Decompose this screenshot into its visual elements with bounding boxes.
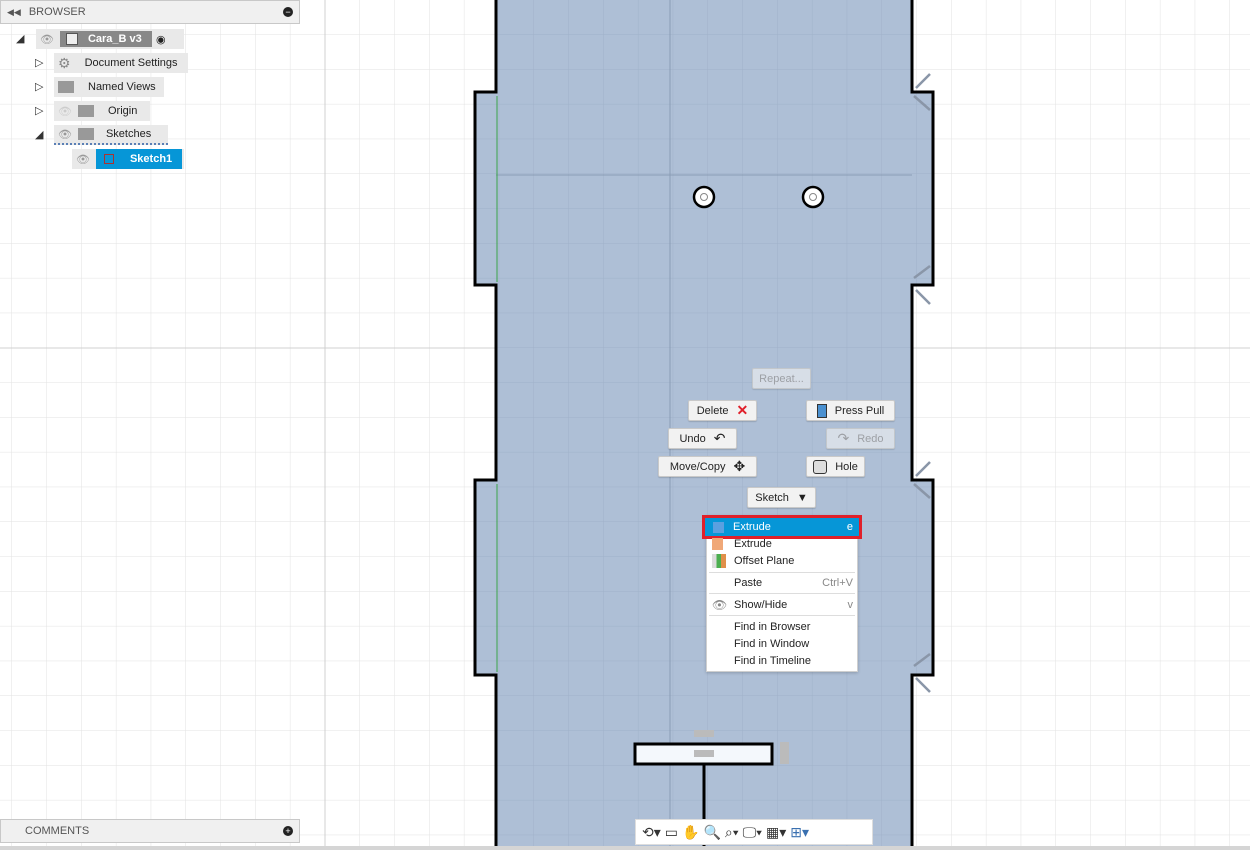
- move-copy-label: Move/Copy: [669, 460, 726, 473]
- eye-icon[interactable]: 👁: [76, 153, 90, 166]
- menu-item-offset-plane[interactable]: Offset Plane: [707, 552, 857, 569]
- item-label: Document Settings: [84, 57, 178, 69]
- activate-radio-icon[interactable]: ◉: [156, 33, 166, 46]
- expand-triangle-icon[interactable]: ▷: [35, 80, 43, 93]
- browser-item-sketch1[interactable]: 👁 Sketch1: [72, 149, 184, 169]
- pan-hand-icon[interactable]: ✋: [682, 824, 699, 841]
- grid-icon[interactable]: ▦▾: [766, 824, 786, 841]
- menu-label: Find in Timeline: [734, 654, 812, 667]
- gear-icon: ⚙: [58, 54, 71, 71]
- browser-item-sketches[interactable]: 👁 Sketches: [54, 125, 168, 145]
- sketch-dropdown-label: Sketch: [755, 491, 789, 504]
- menu-label: Paste: [734, 576, 763, 589]
- context-menu: Extrude e Extrude Offset Plane Paste Ctr…: [702, 515, 862, 672]
- expand-triangle-icon[interactable]: ▷: [35, 56, 43, 69]
- menu-separator: [709, 593, 855, 594]
- zoom-icon[interactable]: 🔍: [703, 824, 720, 841]
- expand-triangle-icon[interactable]: ▷: [35, 104, 43, 117]
- menu-label: Show/Hide: [734, 598, 788, 611]
- menu-item-find-in-window[interactable]: Find in Window: [707, 635, 857, 652]
- menu-shortcut: Ctrl+V: [822, 576, 853, 589]
- browser-root-node[interactable]: 👁 Cara_B v3 ◉: [36, 29, 184, 49]
- extrude-surface-icon: [712, 537, 723, 550]
- menu-separator: [709, 572, 855, 573]
- comments-panel-header: COMMENTS +: [0, 819, 300, 843]
- sketch-dropdown-button[interactable]: Sketch ▼: [747, 487, 816, 508]
- press-pull-label: Press Pull: [834, 404, 885, 417]
- hole-button[interactable]: Hole: [806, 456, 865, 477]
- collapse-triangle-icon[interactable]: ◢: [35, 128, 43, 141]
- sketch-icon: [103, 154, 114, 164]
- menu-item-paste[interactable]: Paste Ctrl+V: [707, 574, 857, 591]
- eye-icon[interactable]: 👁: [40, 33, 54, 46]
- repeat-label: Repeat...: [759, 372, 804, 385]
- browser-panel-header: ◀◀ BROWSER −: [0, 0, 300, 24]
- browser-title: BROWSER: [28, 6, 86, 18]
- menu-label: Find in Window: [734, 637, 810, 650]
- orbit-icon[interactable]: ⟲▾: [642, 824, 661, 841]
- redo-icon: ↷: [837, 430, 850, 446]
- minus-icon[interactable]: −: [283, 7, 293, 17]
- plus-icon[interactable]: +: [283, 826, 293, 836]
- menu-item-extrude-highlighted[interactable]: Extrude e: [702, 515, 862, 539]
- root-label-box: Cara_B v3: [59, 31, 152, 47]
- delete-label: Delete: [696, 404, 729, 417]
- menu-label: Offset Plane: [734, 554, 795, 567]
- press-pull-icon: [816, 403, 827, 418]
- menu-item-extrude[interactable]: Extrude: [707, 535, 857, 552]
- repeat-button[interactable]: Repeat...: [752, 368, 811, 389]
- display-settings-icon[interactable]: 🖵▾: [743, 824, 762, 841]
- move-icon: ✥: [733, 458, 746, 474]
- menu-label: Extrude: [733, 521, 771, 533]
- press-pull-button[interactable]: Press Pull: [806, 400, 895, 421]
- undo-icon: ↶: [713, 430, 726, 446]
- menu-item-find-in-timeline[interactable]: Find in Timeline: [707, 652, 857, 669]
- folder-icon: [77, 128, 94, 140]
- eye-hidden-icon[interactable]: 👁: [58, 105, 72, 118]
- menu-shortcut: v: [847, 598, 854, 611]
- redo-button[interactable]: ↷ Redo: [826, 428, 895, 449]
- menu-separator: [709, 615, 855, 616]
- browser-item-named-views[interactable]: Named Views: [54, 77, 164, 97]
- collapse-triangle-icon[interactable]: ◢: [16, 32, 24, 45]
- browser-item-document-settings[interactable]: ⚙ Document Settings: [54, 53, 188, 73]
- look-at-icon[interactable]: ▭: [665, 824, 678, 841]
- offset-plane-icon: [712, 553, 726, 568]
- menu-label: Find in Browser: [734, 620, 811, 633]
- eye-icon: 👁: [712, 597, 728, 612]
- caret-down-icon: ▼: [796, 491, 808, 504]
- navigation-bar: ⟲▾ ▭ ✋ 🔍 ⌕▾ 🖵▾ ▦▾ ⊞▾: [635, 819, 873, 845]
- design-canvas[interactable]: [0, 0, 1250, 850]
- undo-label: Undo: [679, 432, 706, 445]
- hole-icon: [813, 459, 828, 474]
- menu-shortcut: e: [846, 521, 853, 533]
- viewports-icon[interactable]: ⊞▾: [790, 824, 809, 841]
- menu-item-find-in-browser[interactable]: Find in Browser: [707, 618, 857, 635]
- eye-icon[interactable]: 👁: [58, 128, 72, 141]
- menu-label: Extrude: [734, 537, 772, 550]
- folder-icon: [58, 81, 74, 93]
- folder-icon: [77, 105, 94, 117]
- comments-title: COMMENTS: [25, 825, 90, 837]
- fit-window-icon[interactable]: ⌕▾: [725, 824, 739, 841]
- component-icon: [65, 33, 78, 45]
- collapse-icon[interactable]: ◀◀: [7, 7, 21, 18]
- move-copy-button[interactable]: Move/Copy ✥: [658, 456, 757, 477]
- root-label: Cara_B v3: [87, 33, 142, 45]
- redo-label: Redo: [857, 432, 884, 445]
- item-label: Origin: [107, 105, 138, 117]
- item-label: Named Views: [88, 81, 156, 93]
- item-label: Sketches: [105, 128, 152, 140]
- delete-button[interactable]: Delete ✕: [688, 400, 757, 421]
- undo-button[interactable]: Undo ↶: [668, 428, 737, 449]
- browser-item-origin[interactable]: 👁 Origin: [54, 101, 150, 121]
- extrude-icon: [713, 521, 724, 533]
- hole-label: Hole: [835, 460, 858, 473]
- sketch-label: Sketch1: [129, 153, 173, 165]
- menu-item-show-hide[interactable]: 👁 Show/Hide v: [707, 596, 857, 613]
- delete-x-icon: ✕: [736, 402, 749, 418]
- sketch1-selected: Sketch1: [95, 149, 182, 169]
- sketch-profile: [473, 0, 935, 850]
